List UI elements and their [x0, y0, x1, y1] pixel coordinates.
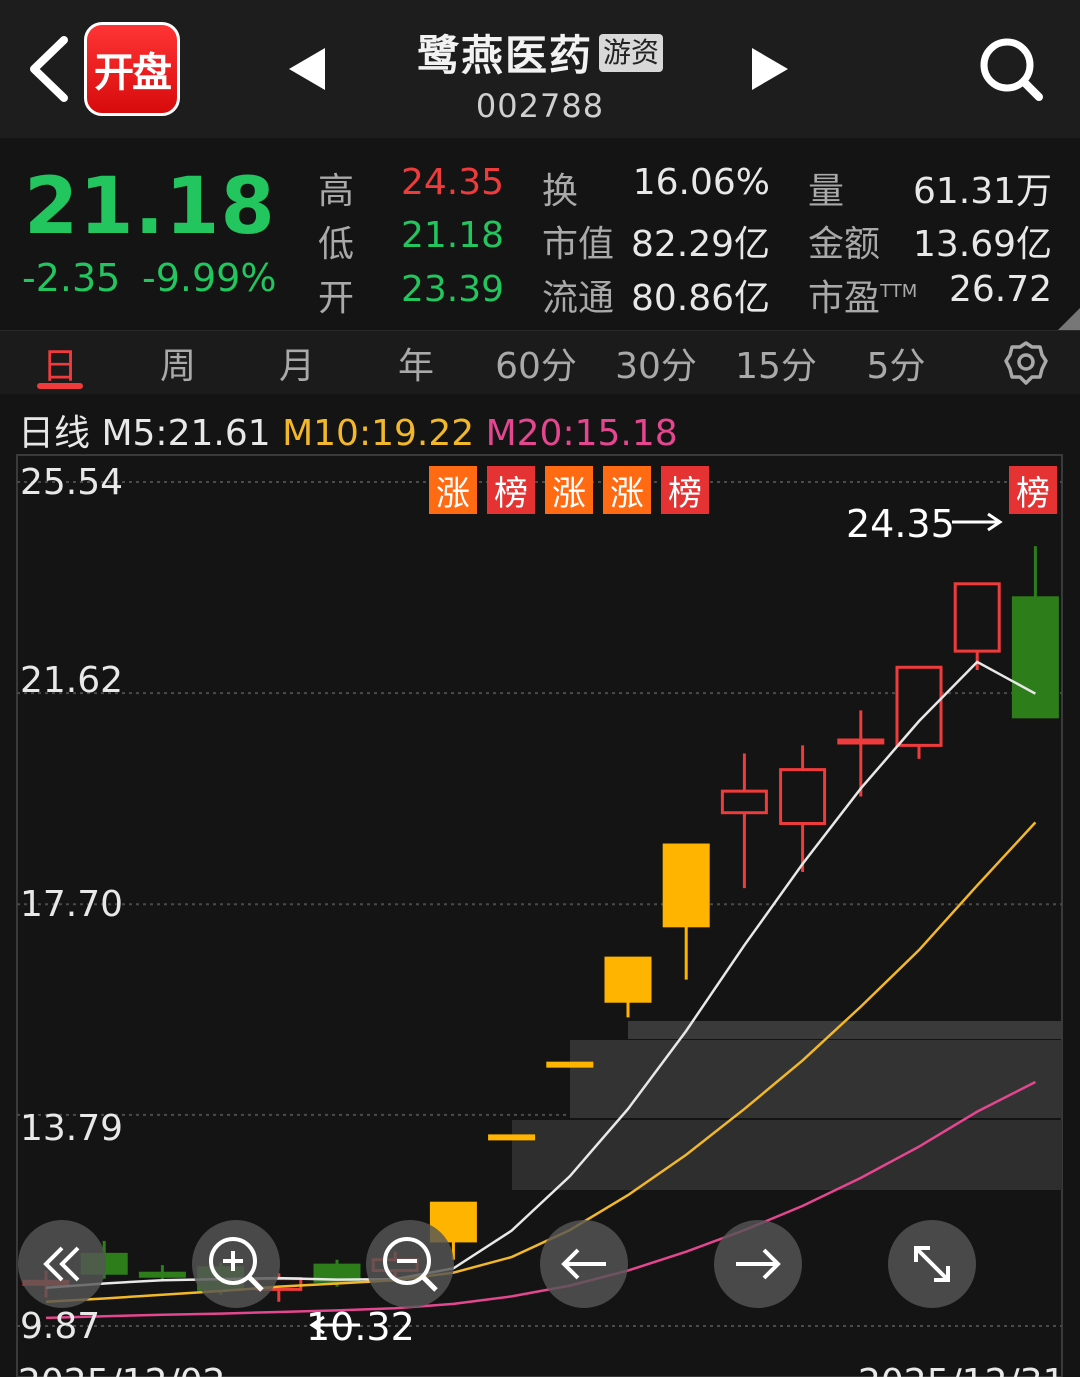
stat-label-low: 低: [318, 224, 355, 265]
limit-up-badge[interactable]: 涨: [545, 466, 593, 514]
date-start-label: 2025/12/02: [18, 1362, 226, 1377]
y-tick-label: 9.87: [20, 1306, 101, 1347]
stat-value-amount: 13.69亿: [912, 224, 1052, 265]
candle-body: [546, 1061, 594, 1068]
stock-title: 鹭燕医药 游资 002788: [300, 22, 780, 125]
stock-code: 002788: [475, 87, 605, 125]
stat-label-float: 流通: [542, 278, 615, 319]
pan-right-button[interactable]: [714, 1220, 802, 1308]
candle-body: [138, 1271, 186, 1278]
stat-label-amount: 金额: [808, 224, 881, 265]
stat-label-high: 高: [318, 171, 355, 212]
ranking-badge[interactable]: 榜: [661, 466, 709, 514]
current-price: 21.18: [24, 162, 276, 252]
tab-15min[interactable]: 15分: [721, 337, 831, 389]
stat-value-open: 23.39: [400, 269, 504, 310]
stat-label-open: 开: [318, 278, 355, 319]
ma-line-m5: [45, 660, 1036, 1290]
stat-label-pe: 市盈TTM: [808, 278, 918, 319]
zoom-out-button[interactable]: [366, 1220, 454, 1308]
stat-value-turnover: 16.06%: [632, 162, 770, 203]
candle-body: [779, 768, 827, 825]
tab-year[interactable]: 年: [361, 337, 471, 389]
tab-60min[interactable]: 60分: [481, 337, 591, 389]
top-bar: 开盘 鹭燕医药 游资 002788: [0, 0, 1080, 138]
tab-day[interactable]: 日: [5, 337, 115, 389]
candle-body: [1011, 596, 1059, 719]
candle-body: [720, 789, 768, 815]
ma-prefix: 日线: [18, 413, 91, 454]
chip-bar: [628, 1021, 1062, 1039]
ma10-value: M10:19.22: [282, 413, 475, 454]
expand-diagonal-icon: [914, 1246, 950, 1282]
expand-corner-icon[interactable]: [1058, 308, 1080, 330]
low-price-label: 10.32: [306, 1305, 415, 1349]
ranking-badge[interactable]: 榜: [487, 466, 535, 514]
tab-week[interactable]: 周: [123, 337, 233, 389]
stat-value-pe: 26.72: [948, 269, 1052, 310]
y-tick-label: 13.79: [20, 1108, 124, 1149]
candle-body: [953, 582, 1001, 653]
tab-month[interactable]: 月: [242, 337, 352, 389]
y-tick-label: 25.54: [20, 462, 124, 503]
y-tick-label: 21.62: [20, 660, 124, 701]
stat-label-turnover: 换: [542, 171, 579, 212]
stat-label-mktcap: 市值: [542, 224, 615, 265]
gear-icon[interactable]: [1003, 340, 1049, 386]
ma-legend: 日线 M5:21.61 M10:19.22 M20:15.18: [18, 404, 678, 456]
y-tick-label: 17.70: [20, 884, 124, 925]
rewind-button[interactable]: [18, 1220, 106, 1308]
app-logo[interactable]: 开盘: [84, 22, 180, 116]
candle-body: [837, 738, 885, 745]
zoom-out-icon: [383, 1237, 438, 1292]
chip-bar: [512, 1120, 1062, 1190]
high-price-label: 24.35: [846, 502, 955, 546]
date-end-label: 2025/12/31: [858, 1362, 1066, 1377]
candle-body: [604, 956, 652, 1003]
limit-up-badge[interactable]: 涨: [603, 466, 651, 514]
next-stock-icon[interactable]: [748, 44, 794, 94]
fullscreen-button[interactable]: [888, 1220, 976, 1308]
ma20-value: M20:15.18: [485, 413, 678, 454]
stat-value-low: 21.18: [400, 215, 504, 256]
arrow-left-icon: [561, 1248, 606, 1280]
price-change-pct: -9.99%: [142, 256, 277, 300]
candle-body: [488, 1134, 536, 1141]
ranking-badge[interactable]: 榜: [1009, 466, 1057, 514]
stat-value-float: 80.86亿: [630, 278, 770, 319]
zoom-in-button[interactable]: [192, 1220, 280, 1308]
tab-5min[interactable]: 5分: [841, 337, 951, 389]
candle-body: [662, 843, 710, 928]
stat-label-volume: 量: [808, 171, 845, 212]
back-arrow-icon[interactable]: [22, 34, 78, 104]
search-icon[interactable]: [978, 36, 1044, 102]
stat-value-high: 24.35: [400, 162, 504, 203]
stat-value-volume: 61.31万: [912, 171, 1052, 212]
arrow-right-icon: [736, 1248, 781, 1280]
ma5-value: M5:21.61: [101, 413, 271, 454]
price-change: -2.35: [22, 256, 121, 300]
stock-name: 鹭燕医药: [416, 31, 593, 80]
pan-left-button[interactable]: [540, 1220, 628, 1308]
quote-panel: 21.18 -2.35 -9.99% 高 24.35 低 21.18 开 23.…: [0, 138, 1080, 330]
limit-up-badge[interactable]: 涨: [429, 466, 477, 514]
period-tabs: 日 周 月 年 60分 30分 15分 5分: [0, 330, 1080, 394]
stat-value-mktcap: 82.29亿: [630, 224, 770, 265]
zoom-in-icon: [209, 1237, 264, 1292]
double-chevron-left-icon: [43, 1246, 80, 1282]
tab-30min[interactable]: 30分: [601, 337, 711, 389]
youzi-tag: 游资: [599, 33, 664, 72]
active-tab-indicator: [37, 383, 83, 389]
